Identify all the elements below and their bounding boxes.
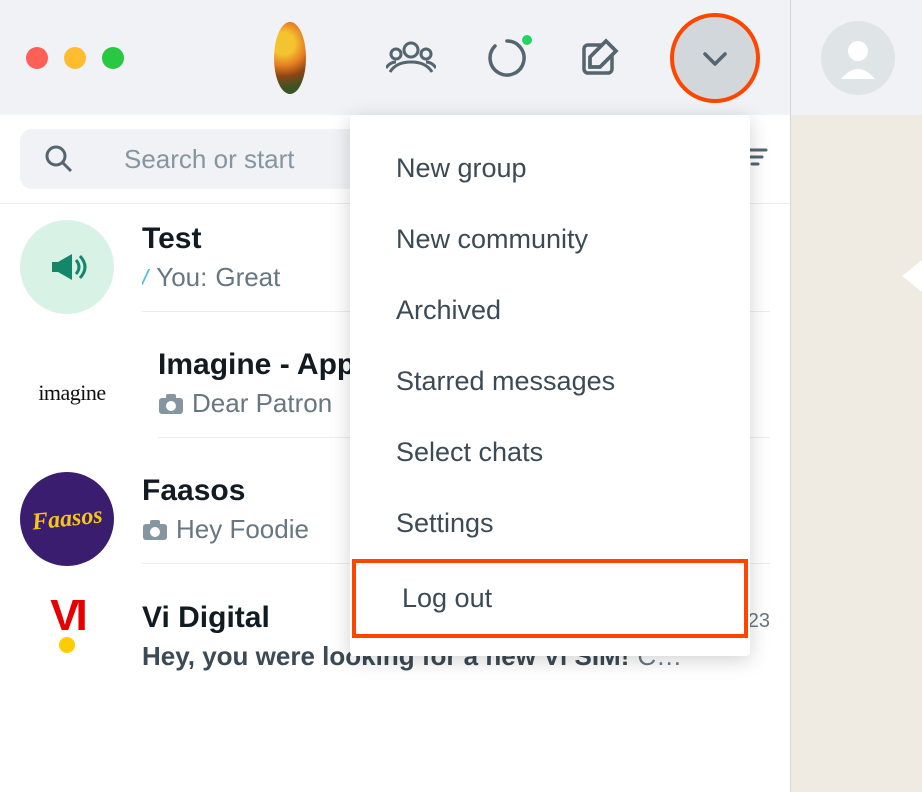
chat-title: Test [142, 222, 201, 256]
menu-dropdown: New group New community Archived Starred… [350, 115, 750, 656]
search-icon [44, 144, 74, 174]
menu-item-new-group[interactable]: New group [350, 133, 750, 204]
menu-item-logout[interactable]: Log out [352, 559, 748, 638]
camera-icon [158, 393, 184, 415]
status-indicator-dot [522, 35, 532, 45]
status-icon[interactable] [486, 37, 528, 79]
menu-item-new-community[interactable]: New community [350, 204, 750, 275]
menu-item-select-chats[interactable]: Select chats [350, 417, 750, 488]
menu-item-settings[interactable]: Settings [350, 488, 750, 559]
menu-item-starred[interactable]: Starred messages [350, 346, 750, 417]
chat-sidebar: Test // You: Great imagine Imagine - App [0, 0, 790, 792]
window-controls [26, 47, 124, 69]
person-icon [833, 33, 883, 83]
menu-item-archived[interactable]: Archived [350, 275, 750, 346]
panel-notch [902, 260, 922, 292]
communities-icon[interactable] [386, 38, 436, 78]
chat-title: Vi Digital [142, 601, 270, 635]
close-window-button[interactable] [26, 47, 48, 69]
chat-avatar: VI [20, 598, 114, 692]
chat-avatar: imagine [20, 346, 130, 440]
minimize-window-button[interactable] [64, 47, 86, 69]
profile-avatar[interactable] [274, 22, 306, 94]
contact-avatar-placeholder[interactable] [821, 21, 895, 95]
maximize-window-button[interactable] [102, 47, 124, 69]
chat-panel-header [791, 0, 922, 115]
chat-avatar: Faasos [20, 472, 114, 566]
chat-title: Faasos [142, 474, 245, 508]
megaphone-icon [42, 242, 92, 292]
camera-icon [142, 519, 168, 541]
chat-panel [790, 0, 922, 792]
new-chat-icon[interactable] [578, 37, 620, 79]
menu-button[interactable] [670, 13, 760, 103]
chat-avatar [20, 220, 114, 314]
chat-title: Imagine - App [158, 348, 355, 382]
sidebar-header [0, 0, 790, 115]
